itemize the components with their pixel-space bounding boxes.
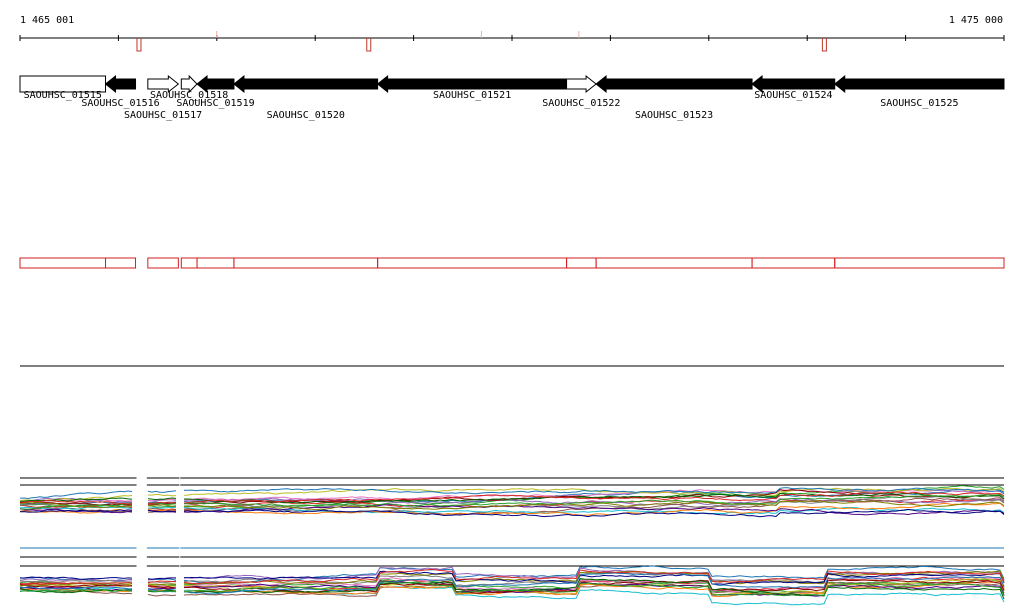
gene-label: SAOUHSC_01519 <box>176 98 254 109</box>
region-box <box>834 257 1005 269</box>
gene-arrow <box>595 74 753 94</box>
gene-label: SAOUHSC_01523 <box>635 110 713 121</box>
genome-viewer: 1 465 001 1 475 000 SAOUHSC_01515SAOUHSC… <box>19 15 1005 606</box>
gene-label: SAOUHSC_01525 <box>880 98 958 109</box>
coordinate-axis: 1 465 001 1 475 000 <box>19 15 1005 52</box>
region-box <box>105 257 137 269</box>
coverage-track-upper <box>19 477 1005 518</box>
variant-markers <box>136 31 827 52</box>
region-box <box>196 257 235 269</box>
gene-label: SAOUHSC_01524 <box>754 90 832 101</box>
region-box <box>180 257 198 269</box>
region-box <box>19 257 107 269</box>
gene-arrow <box>566 74 597 94</box>
region-track <box>19 257 1005 269</box>
variant-marker <box>136 38 142 52</box>
region-box <box>566 257 597 269</box>
region-box <box>377 257 568 269</box>
gene-arrow <box>104 74 137 94</box>
gene-labels: SAOUHSC_01515SAOUHSC_01516SAOUHSC_01517S… <box>24 90 959 121</box>
gene-label: SAOUHSC_01522 <box>542 98 620 109</box>
axis-start-label: 1 465 001 <box>20 15 74 26</box>
coverage-gap <box>179 472 181 604</box>
variant-marker <box>366 38 372 52</box>
gene-label: SAOUHSC_01520 <box>267 110 345 121</box>
region-box <box>751 257 836 269</box>
coverage-gap <box>136 472 147 604</box>
gene-arrow <box>233 74 379 94</box>
region-box <box>147 257 179 269</box>
gene-label: SAOUHSC_01516 <box>81 98 159 109</box>
region-box <box>595 257 753 269</box>
axis-end-label: 1 475 000 <box>949 15 1003 26</box>
variant-marker <box>821 38 827 52</box>
gene-arrow <box>833 74 1005 94</box>
region-box <box>233 257 379 269</box>
gene-label: SAOUHSC_01521 <box>433 90 511 101</box>
gene-label: SAOUHSC_01517 <box>124 110 202 121</box>
